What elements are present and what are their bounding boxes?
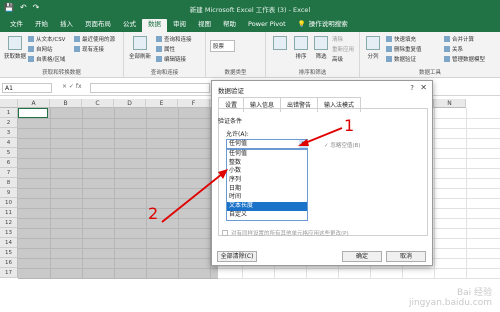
watermark: Bai 经验 jingyan.baidu.com xyxy=(409,288,492,308)
annotation-number-2: 2 xyxy=(148,204,159,223)
annotation-number-1: 1 xyxy=(344,116,355,135)
annotation-arrows xyxy=(161,127,343,223)
arrow-one xyxy=(298,127,343,146)
watermark-text: Bai 经验 jingyan.baidu.com xyxy=(408,288,492,308)
arrow-two xyxy=(161,169,228,223)
